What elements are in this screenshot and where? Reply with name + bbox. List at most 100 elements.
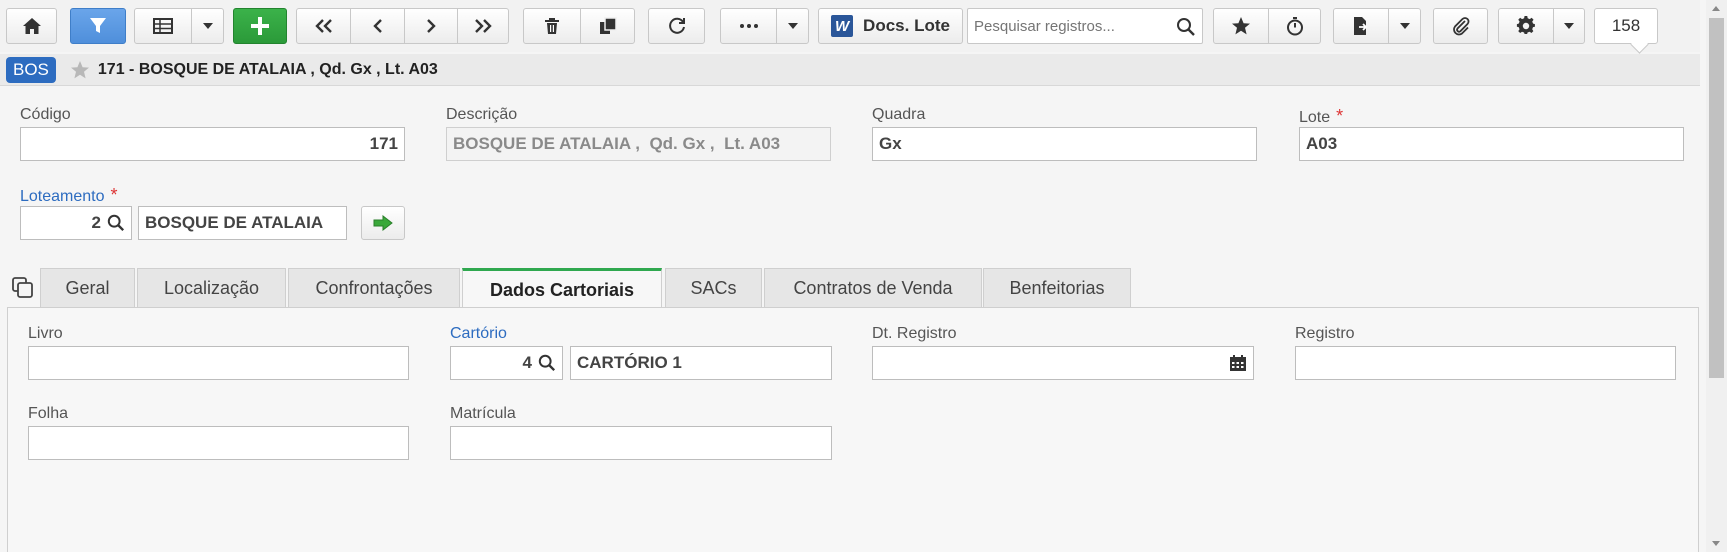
previous-record-button[interactable]	[351, 9, 404, 43]
tab-sacs[interactable]: SACs	[665, 268, 762, 308]
search-icon[interactable]	[107, 214, 125, 232]
search-box	[967, 8, 1203, 44]
copy-icon	[599, 17, 617, 34]
tab-localizacao[interactable]: Localização	[137, 268, 286, 308]
trash-icon	[545, 18, 559, 34]
entity-badge: BOS	[6, 56, 56, 83]
loteamento-name-field: BOSQUE DE ATALAIA	[138, 206, 347, 240]
scroll-down-icon[interactable]	[1712, 541, 1720, 546]
more-options-dropdown[interactable]	[777, 9, 808, 43]
settings-button[interactable]	[1499, 9, 1553, 43]
lote-label-wrap: Lote *	[1299, 106, 1343, 127]
last-record-button[interactable]	[458, 9, 508, 43]
go-to-loteamento-button[interactable]	[361, 206, 405, 240]
record-title: 171 - BOSQUE DE ATALAIA , Qd. Gx , Lt. A…	[97, 60, 438, 78]
double-chevron-right-icon	[475, 19, 492, 33]
cartorio-code: 4	[522, 353, 532, 372]
record-count: 158	[1594, 8, 1658, 44]
add-button[interactable]	[233, 8, 287, 44]
codigo-field[interactable]: 171	[20, 127, 405, 161]
gear-icon	[1516, 16, 1535, 34]
page: W Docs. Lote Pesquisar registros... 158 …	[0, 0, 1727, 552]
star-icon	[1232, 17, 1250, 35]
copy-layout-icon[interactable]	[12, 277, 34, 299]
descricao-label: Descrição	[446, 106, 518, 123]
refresh-button[interactable]	[648, 8, 705, 44]
loteamento-label[interactable]: Loteamento	[20, 188, 105, 205]
tab-benfeitorias[interactable]: Benfeitorias	[983, 268, 1131, 308]
scroll-up-icon[interactable]	[1712, 6, 1720, 11]
settings-group	[1498, 8, 1585, 44]
more-options-group	[720, 8, 809, 44]
plus-icon	[251, 17, 269, 35]
tab-geral[interactable]: Geral	[40, 268, 135, 308]
first-record-button[interactable]	[297, 9, 350, 43]
search-icon[interactable]	[1176, 17, 1196, 37]
required-marker: *	[1336, 106, 1344, 126]
export-dropdown[interactable]	[1389, 9, 1420, 43]
paperclip-icon	[1452, 17, 1469, 36]
cartorio-label[interactable]: Cartório	[450, 325, 507, 343]
timer-button[interactable]	[1269, 9, 1320, 43]
navigation-group	[296, 8, 509, 44]
delete-button[interactable]	[524, 9, 580, 43]
refresh-icon	[668, 17, 685, 34]
attachment-button[interactable]	[1433, 8, 1488, 44]
quadra-field[interactable]: Gx	[872, 127, 1257, 161]
tab-contratos-de-venda[interactable]: Contratos de Venda	[764, 268, 982, 308]
caret-down-icon	[1564, 23, 1574, 29]
home-button[interactable]	[6, 8, 57, 44]
matricula-label: Matrícula	[450, 405, 516, 422]
favorite-timer-group	[1213, 8, 1321, 44]
filter-icon	[90, 18, 106, 33]
descricao-field: BOSQUE DE ATALAIA , Qd. Gx , Lt. A03	[446, 127, 831, 161]
caret-down-icon	[787, 23, 798, 29]
registro-field[interactable]	[1295, 346, 1676, 380]
grid-view-dropdown[interactable]	[192, 9, 223, 43]
duplicate-button[interactable]	[581, 9, 634, 43]
record-actions-group	[523, 8, 635, 44]
livro-label: Livro	[28, 325, 63, 342]
lote-field[interactable]: A03	[1299, 127, 1684, 161]
tab-confrontacoes[interactable]: Confrontações	[288, 268, 460, 308]
caret-down-icon	[1399, 23, 1410, 29]
file-export-icon	[1354, 17, 1368, 35]
stopwatch-icon	[1286, 17, 1303, 36]
matricula-field[interactable]	[450, 426, 832, 460]
vertical-scrollbar[interactable]	[1706, 0, 1727, 552]
table-icon	[153, 18, 173, 34]
dt-registro-label: Dt. Registro	[872, 325, 957, 342]
scroll-thumb[interactable]	[1709, 18, 1724, 378]
arrow-right-icon	[373, 215, 393, 231]
dt-registro-field[interactable]	[872, 346, 1254, 380]
cartorio-code-field[interactable]: 4	[450, 346, 563, 380]
registro-label: Registro	[1295, 325, 1355, 342]
search-icon[interactable]	[538, 354, 556, 372]
docs-lote-button[interactable]: W Docs. Lote	[818, 8, 963, 44]
chevron-right-icon	[427, 19, 436, 33]
docs-lote-label: Docs. Lote	[863, 16, 950, 35]
more-options-button[interactable]	[721, 9, 776, 43]
favorite-button[interactable]	[1214, 9, 1268, 43]
loteamento-code-field[interactable]: 2	[20, 206, 132, 240]
export-button[interactable]	[1334, 9, 1388, 43]
calendar-icon[interactable]	[1229, 354, 1247, 372]
tab-dados-cartoriais[interactable]: Dados Cartoriais	[462, 268, 662, 309]
favorite-star-icon[interactable]	[70, 60, 90, 80]
export-group	[1333, 8, 1421, 44]
livro-field[interactable]	[28, 346, 409, 380]
search-input[interactable]	[968, 9, 1168, 43]
toolbar: W Docs. Lote Pesquisar registros... 158	[0, 0, 1700, 52]
caret-down-icon	[202, 23, 213, 29]
next-record-button[interactable]	[405, 9, 457, 43]
required-marker: *	[110, 185, 118, 205]
codigo-label: Código	[20, 106, 71, 123]
folha-label: Folha	[28, 405, 69, 422]
ellipsis-icon	[739, 24, 758, 28]
settings-dropdown[interactable]	[1554, 9, 1584, 43]
grid-view-button[interactable]	[134, 8, 224, 44]
double-chevron-left-icon	[314, 19, 332, 33]
home-icon	[22, 18, 41, 34]
filter-button[interactable]	[70, 8, 126, 44]
folha-field[interactable]	[28, 426, 409, 460]
